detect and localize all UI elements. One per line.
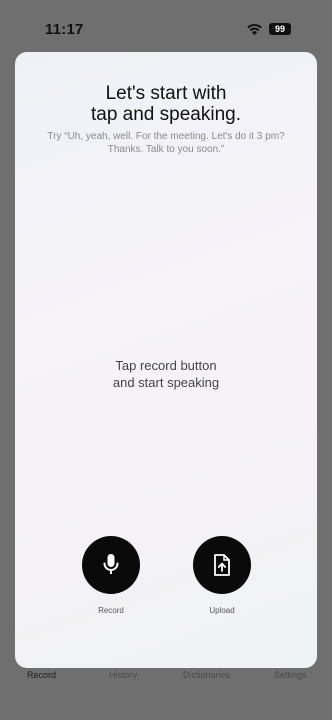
tab-record[interactable]: Record — [27, 670, 56, 680]
tab-settings[interactable]: Settings — [274, 670, 307, 680]
status-time: 11:17 — [45, 21, 84, 38]
onboarding-modal: Let's start with tap and speaking. Try “… — [15, 52, 317, 668]
record-action: Record — [81, 536, 141, 615]
microphone-icon — [103, 554, 119, 574]
file-upload-icon — [214, 554, 230, 576]
battery-icon: 99 — [269, 23, 291, 35]
record-label: Record — [98, 606, 124, 615]
tab-bar: Record History Dictionaries Settings — [0, 668, 332, 720]
modal-hint: Try “Uh, yeah, well. For the meeting. Le… — [47, 131, 285, 155]
status-bar: 11:17 99 — [0, 0, 332, 52]
upload-action: Upload — [192, 536, 252, 615]
app-screen: 11:17 99 Record History Dictionaries Set… — [0, 0, 332, 720]
tab-history[interactable]: History — [109, 670, 137, 680]
upload-label: Upload — [209, 606, 235, 615]
wifi-icon — [247, 23, 262, 36]
instruction-text: Tap record button and start speaking — [112, 358, 220, 390]
upload-button[interactable] — [193, 536, 251, 594]
modal-title: Let's start with tap and speaking. — [90, 83, 241, 125]
tab-dictionaries[interactable]: Dictionaries — [183, 670, 230, 680]
record-button[interactable] — [82, 536, 140, 594]
